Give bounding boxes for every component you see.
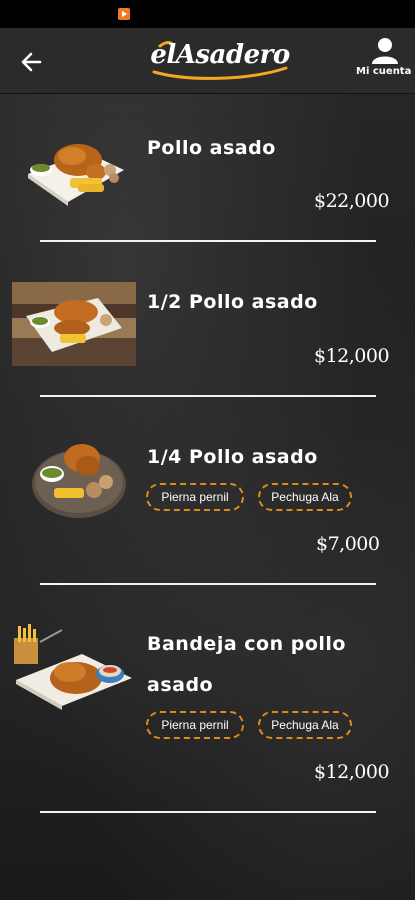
product-name: Pollo asado [147,137,276,159]
product-name-line-2: asado [147,674,214,696]
logo-text: elAsadero [150,40,290,70]
account-button[interactable]: Mi cuenta [352,36,415,82]
option-pierna-pernil[interactable]: Pierna pernil [146,483,244,511]
status-bar [0,0,415,28]
product-name: 1/4 Pollo asado [147,446,318,468]
item-divider [40,240,376,242]
user-icon [372,38,398,64]
cuarto-pollo-image [32,444,126,518]
product-card[interactable]: Pollo asado $22,000 [0,120,415,250]
item-divider [40,811,376,813]
product-card[interactable]: Bandeja con pollo asado Pierna pernil Pe… [0,620,415,820]
product-card[interactable]: 1/4 Pollo asado Pierna pernil Pechuga Al… [0,430,415,590]
pollo-asado-image [28,144,124,206]
option-pechuga-ala[interactable]: Pechuga Ala [258,483,352,511]
product-name: 1/2 Pollo asado [147,291,318,313]
back-arrow-icon [21,52,42,72]
product-card[interactable]: 1/2 Pollo asado $12,000 [0,280,415,410]
option-pierna-pernil[interactable]: Pierna pernil [146,711,244,739]
brand-logo: elAsadero [150,38,290,84]
app-header: elAsadero Mi cuenta [0,28,415,94]
option-pechuga-ala[interactable]: Pechuga Ala [258,711,352,739]
product-name-line-1: Bandeja con pollo [147,633,346,655]
product-price: $7,000 [316,533,380,555]
item-divider [40,583,376,585]
account-label: Mi cuenta [356,66,412,77]
notification-app-icon [118,8,130,20]
product-price: $12,000 [314,761,390,783]
item-divider [40,395,376,397]
medio-pollo-image [12,282,136,366]
back-button[interactable] [14,46,50,78]
bandeja-pollo-image [14,624,132,710]
product-price: $22,000 [314,190,390,212]
product-price: $12,000 [314,345,390,367]
